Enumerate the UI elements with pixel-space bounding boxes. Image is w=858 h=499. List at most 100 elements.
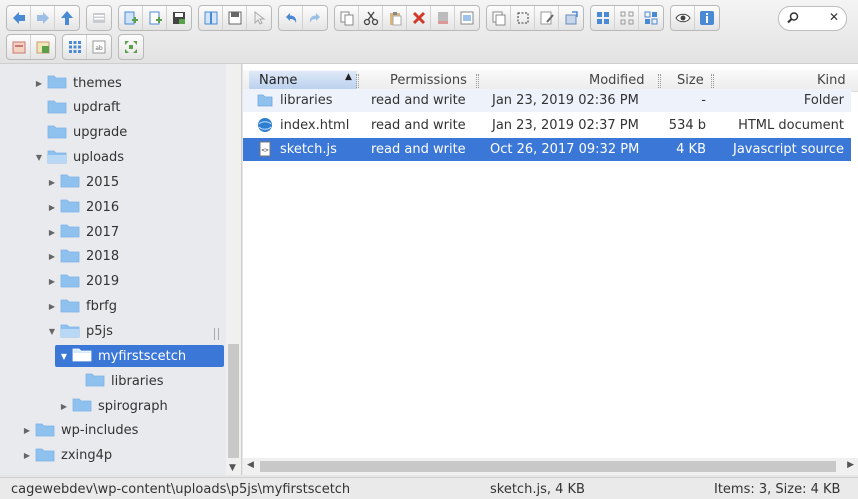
- expand-arrow-icon[interactable]: ▶: [33, 79, 45, 88]
- paste-button[interactable]: [383, 6, 407, 30]
- select-button[interactable]: [247, 6, 271, 30]
- collapse-arrow-icon[interactable]: ▼: [58, 352, 70, 361]
- file-list-scrollbar[interactable]: ◀ ▶: [243, 458, 858, 475]
- archive-button[interactable]: [7, 35, 31, 59]
- column-header-modified[interactable]: Modified: [589, 73, 644, 88]
- tree-item-uploads[interactable]: ▼ uploads: [33, 147, 124, 169]
- column-header-size[interactable]: Size: [677, 73, 704, 88]
- back-button[interactable]: [7, 6, 31, 30]
- reload-button[interactable]: [87, 6, 111, 30]
- file-list-scrollbar-thumb[interactable]: [260, 461, 836, 472]
- column-header-permissions[interactable]: Permissions: [390, 73, 467, 88]
- resize-button[interactable]: [559, 6, 583, 30]
- column-resize-handle[interactable]: [356, 74, 359, 88]
- expand-arrow-icon[interactable]: ▶: [58, 402, 70, 411]
- delete-icon: [412, 11, 425, 25]
- tree-scrollbar[interactable]: ▼: [226, 64, 241, 475]
- column-resize-handle[interactable]: [658, 74, 661, 88]
- new-folder-button[interactable]: [119, 6, 143, 30]
- list-view-button[interactable]: [639, 6, 663, 30]
- select-all-button[interactable]: [511, 6, 535, 30]
- tree-item-p5js[interactable]: ▼ p5js: [46, 321, 113, 343]
- duplicate-button[interactable]: [487, 6, 511, 30]
- text-button[interactable]: ab: [87, 35, 111, 59]
- column-header-name[interactable]: Name ▲: [249, 71, 357, 90]
- tree-item-myfirstscetch[interactable]: ▼ myfirstscetch: [55, 345, 224, 368]
- tree-item-wp-includes[interactable]: ▶ wp-includes: [21, 420, 139, 442]
- tree-item-2015[interactable]: ▶ 2015: [46, 171, 119, 193]
- tree-item-libraries[interactable]: libraries: [71, 370, 164, 392]
- tree-item-upgrade[interactable]: upgrade: [33, 122, 127, 144]
- save-button[interactable]: [167, 6, 191, 30]
- collapse-arrow-icon[interactable]: ▼: [46, 327, 58, 336]
- scroll-left-icon[interactable]: ◀: [247, 460, 254, 470]
- expand-arrow-icon[interactable]: ▶: [46, 203, 58, 212]
- collapse-arrow-icon[interactable]: ▼: [33, 153, 45, 162]
- tree-item-2016[interactable]: ▶ 2016: [46, 196, 119, 218]
- tree-item-themes[interactable]: ▶ themes: [33, 72, 122, 94]
- scroll-right-icon[interactable]: ▶: [847, 460, 854, 470]
- tree-item-2018[interactable]: ▶ 2018: [46, 246, 119, 268]
- expand-arrow-icon[interactable]: ▶: [46, 302, 58, 311]
- tree-scrollbar-thumb[interactable]: [228, 344, 239, 458]
- file-modified: Jan 23, 2019 02:36 PM: [492, 93, 639, 108]
- extract-button[interactable]: [31, 35, 55, 59]
- up-button[interactable]: [55, 6, 79, 30]
- cut-button[interactable]: [359, 6, 383, 30]
- expand-arrow-icon[interactable]: ▶: [46, 277, 58, 286]
- file-row-index-html[interactable]: index.html read and write Jan 23, 2019 02:…: [243, 114, 851, 137]
- expand-arrow-icon[interactable]: ▶: [21, 451, 33, 460]
- grid-button[interactable]: [63, 35, 87, 59]
- open-button[interactable]: [199, 6, 223, 30]
- edit-button[interactable]: [535, 6, 559, 30]
- extract-icon: [36, 41, 50, 54]
- preview-button[interactable]: [671, 6, 695, 30]
- tree-item-2017[interactable]: ▶ 2017: [46, 221, 119, 243]
- tree-item-spirograph[interactable]: ▶ spirograph: [58, 395, 168, 417]
- column-resize-handle[interactable]: [476, 74, 479, 88]
- undo-button[interactable]: [279, 6, 303, 30]
- search-input[interactable]: [801, 10, 827, 27]
- scroll-down-icon[interactable]: ▼: [229, 463, 236, 473]
- expand-arrow-icon[interactable]: ▶: [46, 178, 58, 187]
- forward-icon: [36, 12, 49, 24]
- expand-arrow-icon[interactable]: ▶: [46, 228, 58, 237]
- tree-item-zxing4p[interactable]: ▶ zxing4p: [21, 445, 112, 467]
- file-row-sketch-js[interactable]: <> sketch.js read and write Oct 26, 2017 09…: [243, 138, 851, 161]
- small-buttons-view-icon[interactable]: [615, 6, 639, 30]
- expand-arrow-icon[interactable]: ▶: [46, 252, 58, 261]
- expand-arrow-icon[interactable]: ▶: [21, 426, 33, 435]
- tree-item-fbrfg[interactable]: ▶ fbrfg: [46, 296, 117, 318]
- icons-view-button[interactable]: [591, 6, 615, 30]
- forward-button[interactable]: [31, 6, 55, 30]
- info-button[interactable]: [695, 6, 719, 30]
- folder-icon: [58, 272, 86, 292]
- folder-open-icon: [45, 148, 73, 168]
- tree-item-label: updraft: [73, 100, 121, 116]
- new-file-button[interactable]: [143, 6, 167, 30]
- rename-button[interactable]: [455, 6, 479, 30]
- fullscreen-button[interactable]: [119, 35, 143, 59]
- new-file-icon: [149, 11, 162, 25]
- file-row-libraries[interactable]: libraries read and write Jan 23, 2019 02:3…: [243, 89, 851, 112]
- folder-icon: [45, 73, 73, 93]
- redo-button[interactable]: [303, 6, 327, 30]
- empty-button[interactable]: [431, 6, 455, 30]
- tree-item-updraft[interactable]: updraft: [33, 97, 121, 119]
- fullscreen-icon: [125, 41, 137, 53]
- file-permissions: read and write: [371, 117, 466, 133]
- download-button[interactable]: [223, 6, 247, 30]
- file-kind: Javascript source: [733, 142, 844, 157]
- column-resize-handle[interactable]: [711, 74, 714, 88]
- copy-button[interactable]: [335, 6, 359, 30]
- rename-icon: [460, 11, 474, 25]
- tree-item-2019[interactable]: ▶ 2019: [46, 271, 119, 293]
- search-box[interactable]: ✕: [778, 6, 847, 31]
- tree-item-label: p5js: [86, 324, 113, 339]
- delete-button[interactable]: [407, 6, 431, 30]
- info-icon: [700, 11, 714, 25]
- column-header-kind[interactable]: Kind: [817, 73, 846, 88]
- tree-splitter-handle[interactable]: [214, 328, 219, 340]
- clear-search-icon[interactable]: ✕: [829, 10, 839, 24]
- file-modified: Jan 23, 2019 02:37 PM: [492, 117, 639, 133]
